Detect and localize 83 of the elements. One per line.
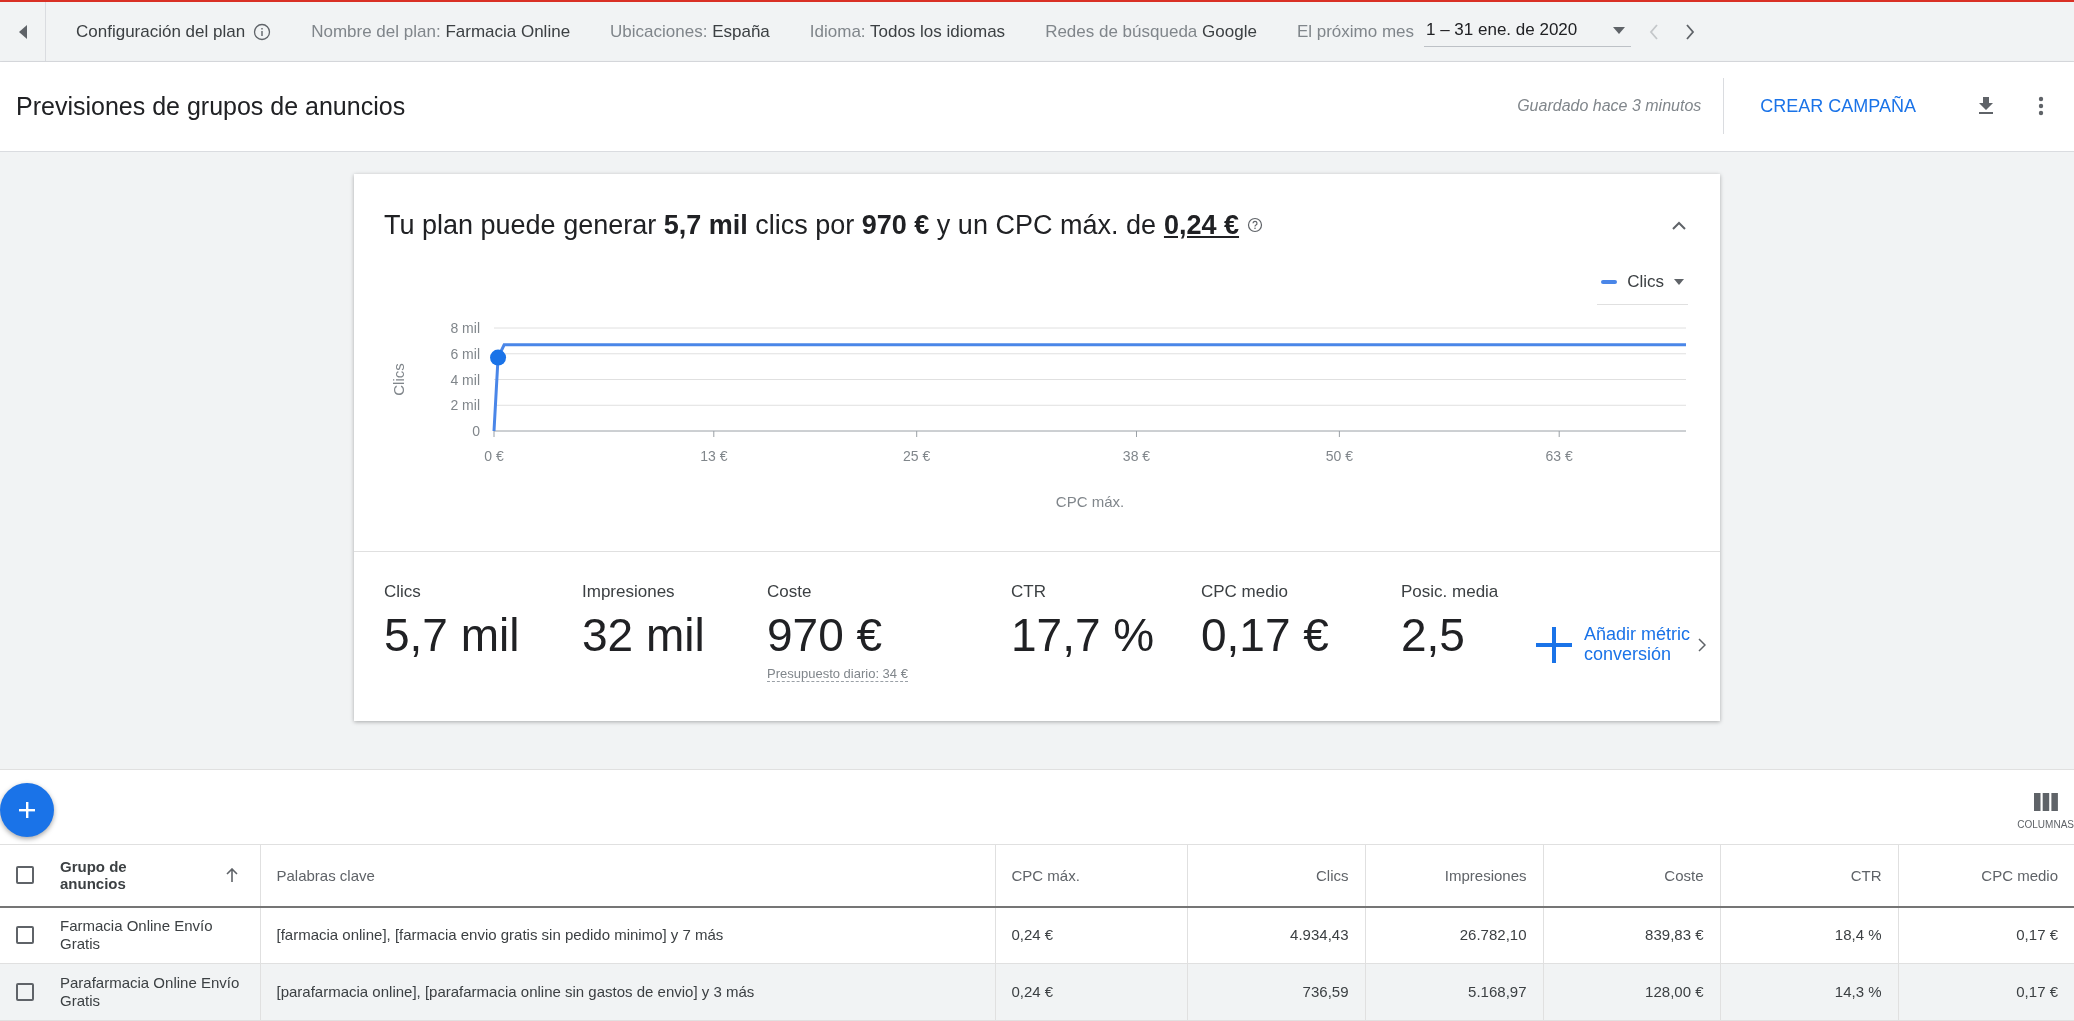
metric-label: CPC medio	[1201, 581, 1288, 602]
column-header[interactable]: CPC máx.	[1011, 866, 1080, 884]
plan-setting[interactable]: Ubicaciones: España	[610, 21, 770, 42]
table-cell: 736,59	[1302, 983, 1349, 1000]
axis-title: CPC máx.	[1055, 492, 1125, 510]
axis-tick-label: 8 mil	[450, 319, 480, 336]
table-row[interactable]: Parafarmacia Online Envío Gratis [parafarmacia online], [parafarmacia online sin gastos de envio] y 3 más 0,24 € 736,59 5.168,97 128,00 € 14,3 % 0,17 €	[0, 963, 2074, 1021]
info-icon[interactable]	[253, 22, 272, 41]
plus-icon	[1536, 627, 1572, 664]
axis-tick-label: 13 €	[700, 447, 728, 464]
column-header[interactable]: Impresiones	[1444, 866, 1527, 884]
chevron-left-icon	[1649, 23, 1660, 40]
columns-button[interactable]: COLUMNAS	[2017, 783, 2074, 830]
metric-value: 0,17 €	[1201, 609, 1329, 661]
legend-select[interactable]: Clics	[1597, 268, 1688, 305]
table-cell: 0,24 €	[1011, 983, 1054, 1000]
table-row[interactable]: Farmacia Online Envío Gratis [farmacia online], [farmacia envio gratis sin pedido minimo] y 7 más 0,24 € 4.934,43 26.782,10 839,83 € 18,4 % 0,17 €	[0, 906, 2074, 964]
table-cell: 18,4 %	[1834, 926, 1882, 944]
axis-tick-label: 38 €	[1122, 447, 1151, 464]
metric-label: CTR	[1011, 581, 1046, 602]
row-checkbox[interactable]	[16, 983, 34, 1001]
table-cell: 4.934,43	[1290, 926, 1349, 944]
table-cell: 0,17 €	[2016, 926, 2058, 944]
page-title: Previsiones de grupos de anuncios	[16, 91, 407, 121]
table-cell: [parafarmacia online], [parafarmacia online sin gastos de envio] y 3 más	[276, 983, 755, 1000]
metric-value: 32 mil	[582, 609, 705, 661]
caret-icon	[1674, 279, 1684, 286]
table-cell: 839,83 €	[1645, 926, 1704, 944]
data-point-marker[interactable]	[490, 349, 507, 366]
metric-label: Coste	[767, 581, 812, 602]
back-arrow-icon	[17, 24, 28, 39]
chevron-right-icon	[1685, 23, 1696, 40]
create-campaign-button[interactable]: CREAR CAMPAÑA	[1754, 94, 1922, 118]
date-range-label: El próximo mes	[1296, 21, 1414, 42]
axis-tick-label: 50 €	[1325, 447, 1353, 464]
row-checkbox[interactable]	[16, 926, 34, 945]
plan-setting[interactable]: Nombre del plan: Farmacia Online	[311, 21, 571, 42]
help-icon[interactable]	[1247, 217, 1264, 234]
axis-tick-label: 0 €	[484, 447, 504, 464]
table-cell: 128,00 €	[1645, 983, 1704, 1000]
column-header[interactable]: Coste	[1664, 866, 1704, 884]
max-cpc-link[interactable]: 0,24 €	[1163, 209, 1240, 241]
plan-setting[interactable]: Idioma: Todos los idiomas	[809, 21, 1006, 42]
table-cell: Parafarmacia Online Envío Gratis	[60, 974, 240, 1010]
axis-title: Clics	[390, 363, 407, 396]
column-header[interactable]: CTR	[1850, 866, 1882, 884]
table-cell: [farmacia online], [farmacia envio gratis sin pedido minimo] y 7 más	[276, 926, 724, 944]
axis-tick-label: 6 mil	[450, 345, 480, 362]
metric-value: 2,5	[1401, 609, 1465, 661]
chevron-right-icon	[1698, 638, 1707, 653]
table-cell: 0,24 €	[1011, 926, 1054, 944]
metric-value: 970 €	[767, 609, 883, 661]
metric-label: Impresiones	[582, 581, 675, 602]
column-header[interactable]: Clics	[1316, 866, 1349, 884]
plan-setting[interactable]: Redes de búsqueda Google	[1045, 21, 1257, 42]
table-cell: 5.168,97	[1468, 983, 1527, 1000]
table-cell: 0,17 €	[2016, 983, 2058, 1000]
axis-tick-label: 2 mil	[450, 397, 480, 414]
column-header[interactable]: Palabras clave	[276, 866, 375, 884]
metric-note[interactable]: Presupuesto diario: 34 €	[767, 666, 908, 683]
caret-icon	[1613, 26, 1626, 34]
axis-tick-label: 25 €	[903, 447, 931, 464]
sort-arrow-icon[interactable]	[226, 868, 238, 883]
add-button[interactable]	[0, 783, 54, 837]
plus-icon	[17, 800, 37, 820]
table-cell-text: Farmacia Online Envío Gratis	[60, 917, 214, 954]
columns-icon	[2033, 793, 2058, 811]
date-range-select[interactable]: 1 – 31 ene. de 2020	[1424, 16, 1632, 47]
axis-tick-label: 4 mil	[450, 371, 480, 388]
axis-tick-label: 63 €	[1545, 447, 1573, 464]
metric-value: 5,7 mil	[384, 609, 520, 661]
column-header[interactable]: CPC medio	[1981, 866, 2058, 884]
axis-tick-label: 0	[472, 422, 480, 439]
metric-value: 17,7 %	[1011, 609, 1155, 661]
metric-label: Posic. media	[1401, 581, 1499, 602]
saved-status: Guardado hace 3 minutos	[1517, 78, 1725, 135]
add-metric-button[interactable]: Añadir métric conversión	[1536, 607, 1720, 683]
table-cell: 26.782,10	[1459, 926, 1527, 944]
forecast-headline: Tu plan puede generar 5,7 mil clics por 970 € y un CPC máx. de 0,24 €	[384, 209, 1646, 241]
metric-label: Clics	[384, 581, 421, 602]
plan-config-link[interactable]: Configuración del plan	[76, 21, 272, 42]
select-all-checkbox[interactable]	[16, 866, 34, 885]
table-cell: 14,3 %	[1834, 983, 1882, 1000]
